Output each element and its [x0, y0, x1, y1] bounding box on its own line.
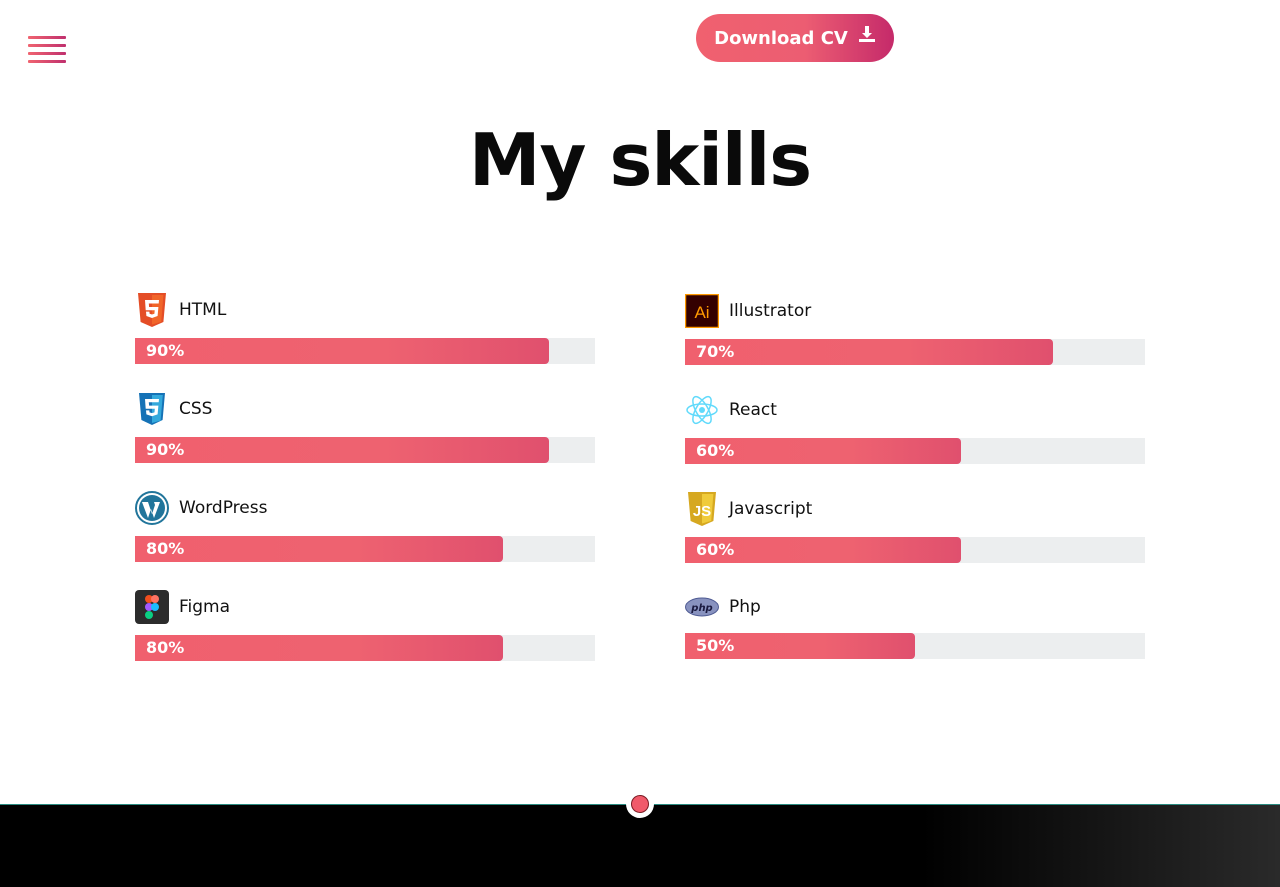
progress-track: 90%	[135, 338, 595, 364]
progress-percent: 60%	[696, 441, 735, 460]
progress-fill	[135, 536, 503, 562]
progress-percent: 70%	[696, 342, 735, 361]
skill-item-css: CSS 90%	[135, 391, 595, 463]
skill-name: Figma	[179, 597, 231, 617]
indicator-dot	[631, 795, 649, 813]
illustrator-icon: Ai	[685, 294, 719, 328]
skill-name: React	[729, 400, 777, 420]
menu-line	[28, 36, 66, 39]
skill-item-html: HTML 90%	[135, 292, 595, 364]
progress-percent: 80%	[146, 638, 185, 657]
download-cv-button[interactable]: Download CV	[696, 14, 894, 62]
skill-item-wordpress: WordPress 80%	[135, 490, 595, 562]
progress-track: 60%	[685, 537, 1145, 563]
progress-percent: 90%	[146, 440, 185, 459]
page-title: My skills	[468, 118, 812, 202]
skill-name: HTML	[179, 300, 227, 320]
css3-icon	[135, 392, 169, 426]
figma-icon	[135, 590, 169, 624]
progress-fill	[685, 339, 1053, 365]
skill-name: Php	[729, 597, 761, 617]
skill-name: Illustrator	[729, 301, 812, 321]
progress-fill	[135, 437, 549, 463]
progress-fill	[135, 635, 503, 661]
progress-track: 80%	[135, 536, 595, 562]
skill-item-php: php Php 50%	[685, 589, 1145, 661]
skill-name: WordPress	[179, 498, 268, 518]
progress-percent: 80%	[146, 539, 185, 558]
menu-line	[28, 52, 66, 55]
svg-text:php: php	[690, 603, 712, 614]
hamburger-menu-button[interactable]	[28, 36, 66, 66]
progress-fill	[135, 338, 549, 364]
scroll-indicator-button[interactable]	[626, 790, 654, 818]
wordpress-icon	[135, 491, 169, 525]
javascript-icon: JS	[685, 492, 719, 526]
php-icon: php	[685, 590, 719, 624]
download-icon	[858, 26, 875, 42]
html5-icon	[135, 293, 169, 327]
progress-track: 90%	[135, 437, 595, 463]
progress-percent: 90%	[146, 341, 185, 360]
menu-line	[28, 60, 66, 63]
progress-track: 70%	[685, 339, 1145, 365]
progress-percent: 50%	[696, 636, 735, 655]
svg-text:Ai: Ai	[694, 303, 709, 322]
react-icon	[685, 393, 719, 427]
menu-line	[28, 44, 66, 47]
skill-name: CSS	[179, 399, 213, 419]
skill-item-illustrator: Ai Illustrator 70%	[685, 293, 1145, 365]
skill-item-figma: Figma 80%	[135, 589, 595, 661]
download-cv-label: Download CV	[714, 27, 848, 49]
progress-track: 60%	[685, 438, 1145, 464]
svg-text:JS: JS	[693, 503, 711, 520]
skill-item-react: React 60%	[685, 392, 1145, 464]
skill-name: Javascript	[729, 499, 813, 519]
progress-track: 80%	[135, 635, 595, 661]
progress-percent: 60%	[696, 540, 735, 559]
skill-item-javascript: JS Javascript 60%	[685, 491, 1145, 563]
progress-track: 50%	[685, 633, 1145, 659]
